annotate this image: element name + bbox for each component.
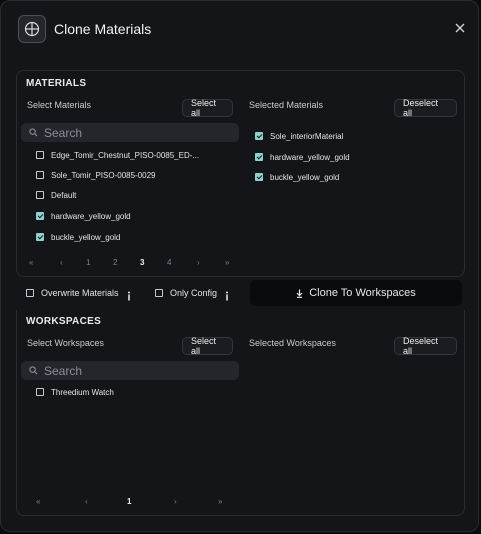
material-row[interactable]: Edge_Tomir_Chestnut_PISO-0085_ED-... (36, 148, 199, 162)
info-icon[interactable] (125, 288, 133, 301)
pagination-last[interactable]: » (218, 497, 222, 506)
info-icon[interactable] (223, 288, 231, 301)
workspaces-panel: WORKSPACES Select Workspaces Select all … (16, 310, 465, 516)
pagination-prev[interactable]: ‹ (85, 497, 88, 506)
pagination-prev[interactable]: ‹ (60, 258, 63, 267)
selected-material-row[interactable]: buckle_yellow_gold (255, 170, 339, 184)
download-icon (296, 289, 303, 298)
material-checkbox[interactable] (36, 212, 44, 220)
pagination-next[interactable]: › (174, 497, 177, 506)
workspace-label: Threedium Watch (51, 387, 114, 397)
pagination-first[interactable]: « (29, 258, 33, 267)
material-label: Sole_Tomir_PISO-0085-0029 (51, 170, 156, 180)
workspace-row[interactable]: Threedium Watch (36, 385, 114, 399)
workspaces-section-title: WORKSPACES (26, 316, 102, 327)
overwrite-materials-checkbox[interactable] (26, 289, 34, 297)
close-icon[interactable] (453, 21, 467, 35)
overwrite-materials-option[interactable]: Overwrite Materials (26, 286, 133, 301)
material-checkbox[interactable] (36, 171, 44, 179)
workspaces-search-input[interactable] (44, 363, 214, 378)
material-label: Default (51, 190, 77, 200)
material-checkbox[interactable] (36, 191, 44, 199)
select-materials-label: Select Materials (27, 100, 92, 110)
pagination-last[interactable]: » (225, 258, 229, 267)
only-config-label: Only Config (170, 288, 218, 298)
material-checkbox[interactable] (36, 151, 44, 159)
workspaces-select-all-button[interactable]: Select all (182, 336, 233, 356)
selected-workspaces-label: Selected Workspaces (249, 338, 336, 348)
pagination-next[interactable]: › (197, 258, 200, 267)
selected-material-label: Sole_interiorMaterial (270, 131, 344, 141)
pagination-page[interactable]: 1 (86, 258, 90, 267)
pagination-page-current[interactable]: 3 (140, 258, 144, 267)
clone-to-workspaces-button[interactable]: Clone To Workspaces (250, 280, 462, 306)
material-row[interactable]: buckle_yellow_gold (36, 230, 120, 244)
materials-search-input[interactable] (44, 125, 214, 140)
materials-search[interactable] (21, 123, 239, 142)
material-checkbox[interactable] (36, 233, 44, 241)
pagination-page-current[interactable]: 1 (127, 497, 131, 506)
selected-material-checkbox[interactable] (255, 153, 263, 161)
pagination-page[interactable]: 4 (167, 258, 171, 267)
material-label: hardware_yellow_gold (51, 211, 131, 221)
material-row[interactable]: hardware_yellow_gold (36, 209, 131, 223)
selected-materials-label: Selected Materials (249, 100, 324, 110)
selected-material-checkbox[interactable] (255, 132, 263, 140)
material-row[interactable]: Sole_Tomir_PISO-0085-0029 (36, 168, 156, 182)
materials-panel: MATERIALS Select Materials Select all Se… (16, 70, 465, 277)
workspaces-search[interactable] (21, 361, 239, 380)
only-config-option[interactable]: Only Config (155, 286, 231, 301)
pagination-page[interactable]: 2 (113, 258, 117, 267)
selected-material-checkbox[interactable] (255, 173, 263, 181)
search-icon (29, 362, 38, 380)
materials-select-all-button[interactable]: Select all (182, 98, 233, 118)
search-icon (29, 124, 38, 142)
material-label: buckle_yellow_gold (51, 232, 121, 242)
selected-material-label: hardware_yellow_gold (270, 152, 350, 162)
dialog-title: Clone Materials (54, 21, 152, 37)
clone-button-label: Clone To Workspaces (309, 287, 416, 299)
materials-deselect-all-button[interactable]: Deselect all (394, 98, 457, 118)
material-row[interactable]: Default (36, 188, 76, 202)
workspace-checkbox[interactable] (36, 388, 44, 396)
selected-material-row[interactable]: hardware_yellow_gold (255, 150, 350, 164)
material-label: Edge_Tomir_Chestnut_PISO-0085_ED-... (51, 150, 200, 160)
selected-material-row[interactable]: Sole_interiorMaterial (255, 129, 343, 143)
select-workspaces-label: Select Workspaces (27, 338, 104, 348)
overwrite-materials-label: Overwrite Materials (41, 288, 119, 298)
workspaces-deselect-all-button[interactable]: Deselect all (394, 336, 457, 356)
clone-materials-dialog: Clone Materials MATERIALS Select Materia… (0, 0, 479, 532)
materials-section-title: MATERIALS (26, 78, 87, 89)
globe-icon (18, 15, 46, 43)
pagination-first[interactable]: « (36, 497, 40, 506)
only-config-checkbox[interactable] (155, 289, 163, 297)
selected-material-label: buckle_yellow_gold (270, 172, 340, 182)
